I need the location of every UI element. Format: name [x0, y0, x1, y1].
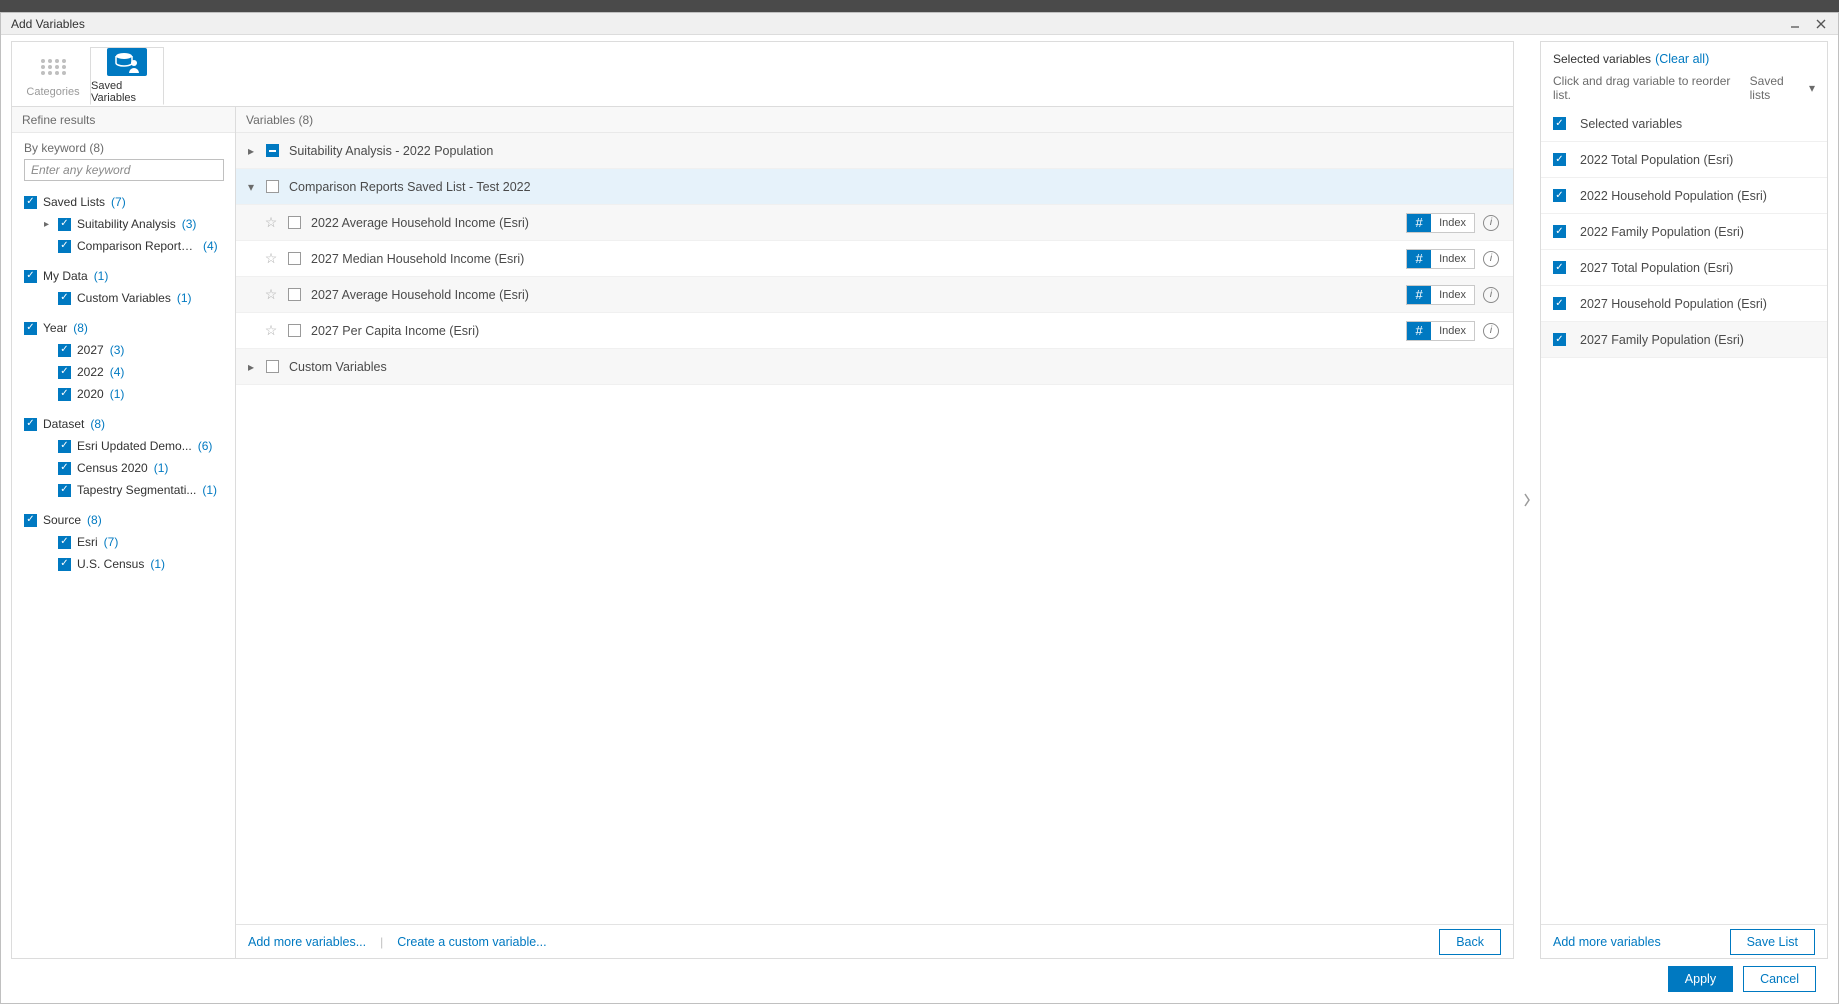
save-list-button[interactable]: Save List	[1730, 929, 1815, 955]
variable-group-row[interactable]: ▸ Custom Variables	[236, 349, 1513, 385]
variable-group-row[interactable]: ▾ Comparison Reports Saved List - Test 2…	[236, 169, 1513, 205]
index-badge[interactable]: #Index	[1406, 249, 1475, 269]
refine-header: Refine results	[12, 107, 235, 133]
star-icon[interactable]: ☆	[264, 214, 278, 231]
variable-row[interactable]: ☆ 2027 Per Capita Income (Esri) #Indexi	[236, 313, 1513, 349]
variable-row[interactable]: ☆ 2022 Average Household Income (Esri) #…	[236, 205, 1513, 241]
add-variables-dialog: Add Variables	[0, 12, 1839, 1004]
minimize-button[interactable]	[1782, 15, 1808, 33]
star-icon[interactable]: ☆	[264, 286, 278, 303]
variable-group-row[interactable]: ▸ Suitability Analysis - 2022 Population	[236, 133, 1513, 169]
tab-saved-label: Saved Variables	[91, 80, 163, 104]
main-panel: Categories Saved Variables	[11, 41, 1514, 959]
window-title: Add Variables	[11, 17, 1782, 31]
drag-hint: Click and drag variable to reorder list.	[1553, 74, 1750, 102]
filter-item-checkbox[interactable]	[58, 344, 71, 357]
keyword-input[interactable]	[24, 159, 224, 181]
variable-row[interactable]: ☆ 2027 Average Household Income (Esri) #…	[236, 277, 1513, 313]
filter-year-checkbox[interactable]	[24, 322, 37, 335]
refine-panel: Refine results By keyword (8) Saved List…	[12, 107, 236, 958]
selected-variables-panel: Selected variables (Clear all) Click and…	[1540, 41, 1828, 959]
filter-savedlists-label: Saved Lists	[43, 195, 105, 209]
grid-icon	[33, 52, 73, 82]
group-checkbox[interactable]	[266, 180, 279, 193]
star-icon[interactable]: ☆	[264, 250, 278, 267]
group-checkbox[interactable]	[266, 360, 279, 373]
database-person-icon	[107, 48, 147, 76]
selected-header-row: Selected variables	[1541, 106, 1827, 142]
selected-item-row[interactable]: 2022 Household Population (Esri)	[1541, 178, 1827, 214]
back-button[interactable]: Back	[1439, 929, 1501, 955]
tabs-row: Categories Saved Variables	[12, 42, 1513, 106]
filter-item-checkbox[interactable]	[58, 440, 71, 453]
group-checkbox[interactable]	[266, 144, 279, 157]
add-more-variables-link[interactable]: Add more variables...	[248, 935, 366, 949]
selected-item-row[interactable]: 2022 Family Population (Esri)	[1541, 214, 1827, 250]
selected-item-row[interactable]: 2027 Family Population (Esri)	[1541, 322, 1827, 358]
filter-item-checkbox[interactable]	[58, 366, 71, 379]
info-icon[interactable]: i	[1483, 251, 1499, 267]
variables-panel: Variables (8) ▸ Suitability Analysis - 2…	[236, 107, 1513, 958]
selected-item-checkbox[interactable]	[1553, 225, 1566, 238]
filter-item-checkbox[interactable]	[58, 558, 71, 571]
filter-item-checkbox[interactable]	[58, 388, 71, 401]
filter-source-checkbox[interactable]	[24, 514, 37, 527]
selected-item-checkbox[interactable]	[1553, 261, 1566, 274]
index-badge[interactable]: #Index	[1406, 321, 1475, 341]
title-bar: Add Variables	[1, 13, 1838, 35]
selected-item-row[interactable]: 2027 Total Population (Esri)	[1541, 250, 1827, 286]
clear-all-link[interactable]: (Clear all)	[1655, 52, 1709, 66]
filter-dataset-checkbox[interactable]	[24, 418, 37, 431]
collapse-right-panel-button[interactable]	[1520, 41, 1534, 959]
filter-item-checkbox[interactable]	[58, 218, 71, 231]
tab-categories-label: Categories	[26, 86, 79, 98]
star-icon[interactable]: ☆	[264, 322, 278, 339]
expand-icon[interactable]: ▸	[246, 144, 256, 158]
variables-footer: Add more variables... | Create a custom …	[236, 924, 1513, 958]
selected-title: Selected variables	[1553, 52, 1651, 66]
filter-savedlists-checkbox[interactable]	[24, 196, 37, 209]
apply-button[interactable]: Apply	[1668, 966, 1733, 992]
create-custom-variable-link[interactable]: Create a custom variable...	[397, 935, 546, 949]
filter-mydata-checkbox[interactable]	[24, 270, 37, 283]
info-icon[interactable]: i	[1483, 287, 1499, 303]
chevron-down-icon: ▾	[1809, 81, 1815, 95]
selected-item-checkbox[interactable]	[1553, 189, 1566, 202]
selected-item-checkbox[interactable]	[1553, 333, 1566, 346]
filter-item-checkbox[interactable]	[58, 484, 71, 497]
selected-item-row[interactable]: 2022 Total Population (Esri)	[1541, 142, 1827, 178]
filter-item-checkbox[interactable]	[58, 462, 71, 475]
expand-icon[interactable]: ▸	[246, 360, 256, 374]
saved-lists-dropdown[interactable]: Saved lists▾	[1750, 74, 1815, 102]
variable-row[interactable]: ☆ 2027 Median Household Income (Esri) #I…	[236, 241, 1513, 277]
filter-item-checkbox[interactable]	[58, 536, 71, 549]
variable-checkbox[interactable]	[288, 288, 301, 301]
variables-header: Variables (8)	[236, 107, 1513, 133]
add-more-variables-link[interactable]: Add more variables	[1553, 935, 1661, 949]
variable-checkbox[interactable]	[288, 324, 301, 337]
selected-item-row[interactable]: 2027 Household Population (Esri)	[1541, 286, 1827, 322]
filter-item-checkbox[interactable]	[58, 292, 71, 305]
selected-item-checkbox[interactable]	[1553, 153, 1566, 166]
info-icon[interactable]: i	[1483, 215, 1499, 231]
cancel-button[interactable]: Cancel	[1743, 966, 1816, 992]
filter-item-checkbox[interactable]	[58, 240, 71, 253]
dialog-footer: Apply Cancel	[11, 959, 1828, 999]
select-all-checkbox[interactable]	[1553, 117, 1566, 130]
collapse-icon[interactable]: ▾	[246, 180, 256, 194]
keyword-label: By keyword (8)	[24, 141, 227, 155]
selected-item-checkbox[interactable]	[1553, 297, 1566, 310]
tab-saved-variables[interactable]: Saved Variables	[90, 47, 164, 105]
tab-categories[interactable]: Categories	[16, 46, 90, 104]
variable-checkbox[interactable]	[288, 216, 301, 229]
index-badge[interactable]: #Index	[1406, 213, 1475, 233]
caret-icon[interactable]: ▸	[44, 219, 52, 230]
index-badge[interactable]: #Index	[1406, 285, 1475, 305]
variable-checkbox[interactable]	[288, 252, 301, 265]
close-button[interactable]	[1808, 15, 1834, 33]
info-icon[interactable]: i	[1483, 323, 1499, 339]
